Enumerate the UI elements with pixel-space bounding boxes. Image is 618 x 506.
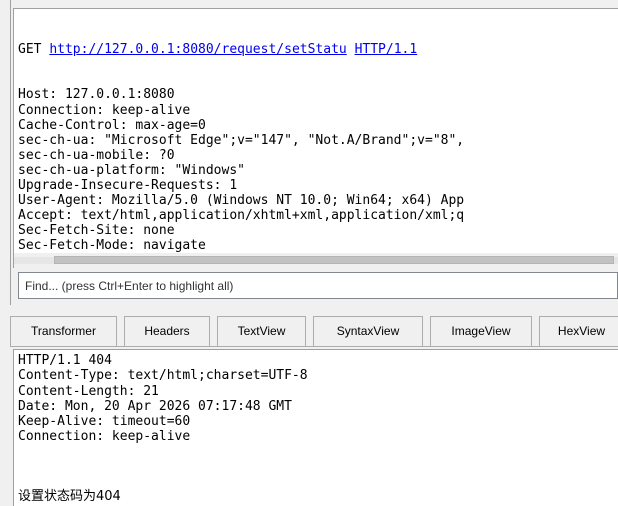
tab-label: TextView bbox=[237, 324, 286, 338]
request-header-line: sec-ch-ua-platform: "Windows" bbox=[18, 162, 245, 178]
tab-textview[interactable]: TextView bbox=[217, 316, 306, 347]
request-header-line: sec-ch-ua-mobile: ?0 bbox=[18, 147, 175, 163]
window-left-frame bbox=[0, 0, 10, 505]
response-header-line: Connection: keep-alive bbox=[18, 429, 191, 445]
tab-headers[interactable]: Headers bbox=[124, 316, 210, 347]
request-header-line: Cache-Control: max-age=0 bbox=[18, 117, 206, 133]
find-placeholder: Find... (press Ctrl+Enter to highlight a… bbox=[25, 279, 234, 293]
request-line: GET http://127.0.0.1:8080/request/setSta… bbox=[18, 42, 464, 57]
frame-divider bbox=[10, 0, 11, 310]
tab-bar-baseline bbox=[10, 346, 618, 347]
tab-label: ImageView bbox=[451, 324, 511, 338]
request-method: GET bbox=[18, 42, 42, 58]
response-header-line: Date: Mon, 20 Apr 2026 07:17:48 GMT bbox=[18, 398, 292, 414]
request-url-link[interactable]: http://127.0.0.1:8080/request/setStatu bbox=[49, 42, 346, 57]
request-header-line: Sec-Fetch-Site: none bbox=[18, 223, 175, 239]
tab-imageview[interactable]: ImageView bbox=[430, 316, 532, 347]
tab-transformer[interactable]: Transformer bbox=[10, 316, 117, 347]
request-header-line: sec-ch-ua: "Microsoft Edge";v="147", "No… bbox=[18, 132, 465, 148]
pane-splitter[interactable] bbox=[0, 305, 618, 311]
tab-hexview[interactable]: HexView bbox=[539, 316, 618, 347]
request-header-line: Upgrade-Insecure-Requests: 1 bbox=[18, 178, 238, 194]
tab-label: SyntaxView bbox=[336, 324, 400, 338]
response-header-line: Content-Length: 21 bbox=[18, 383, 159, 399]
tab-label: HexView bbox=[557, 324, 606, 338]
tab-label: Transformer bbox=[31, 324, 96, 338]
response-header-line: Content-Type: text/html;charset=UTF-8 bbox=[18, 368, 308, 384]
response-header-line: HTTP/1.1 404 bbox=[18, 353, 112, 368]
request-header-line: Accept: text/html,application/xhtml+xml,… bbox=[18, 208, 465, 224]
tab-syntaxview[interactable]: SyntaxView bbox=[313, 316, 423, 347]
response-tab-bar: Transformer Headers TextView SyntaxView … bbox=[10, 312, 618, 347]
response-raw-view[interactable]: HTTP/1.1 404 Content-Type: text/html;char… bbox=[13, 349, 618, 506]
request-horizontal-scrollbar[interactable] bbox=[13, 253, 618, 268]
request-header-line: Sec-Fetch-Mode: navigate bbox=[18, 238, 206, 254]
request-header-line: User-Agent: Mozilla/5.0 (Windows NT 10.0… bbox=[18, 193, 465, 209]
request-raw-view[interactable]: GET http://127.0.0.1:8080/request/setSta… bbox=[13, 8, 618, 254]
tab-label: Headers bbox=[144, 324, 190, 338]
response-body: 设置状态码为404 bbox=[18, 489, 121, 504]
response-header-line: Keep-Alive: timeout=60 bbox=[18, 414, 191, 430]
request-header-line: Host: 127.0.0.1:8080 bbox=[18, 87, 175, 103]
request-protocol[interactable]: HTTP/1.1 bbox=[355, 42, 418, 57]
scrollbar-thumb[interactable] bbox=[54, 256, 614, 264]
request-headers: Host: 127.0.0.1:8080 Connection: keep-ali… bbox=[18, 87, 464, 254]
request-text: GET http://127.0.0.1:8080/request/setSta… bbox=[18, 12, 464, 254]
find-input[interactable]: Find... (press Ctrl+Enter to highlight a… bbox=[18, 272, 618, 299]
response-headers: HTTP/1.1 404 Content-Type: text/html;char… bbox=[18, 353, 308, 445]
request-header-line: Connection: keep-alive bbox=[18, 102, 191, 118]
